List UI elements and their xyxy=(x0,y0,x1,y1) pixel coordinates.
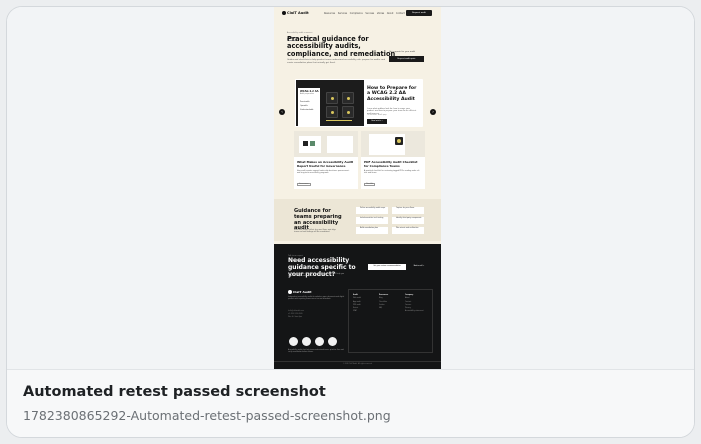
screenshot-preview[interactable]: ClaIT Audit Resources Services Complianc… xyxy=(7,7,694,369)
site-nav: Resources Services Compliance Success st… xyxy=(324,12,405,15)
featured-title: How to Prepare for a WCAG 2.2 AA Accessi… xyxy=(367,86,417,102)
attachment-card[interactable]: ClaIT Audit Resources Services Complianc… xyxy=(6,6,695,438)
header-cta-button: Request audit xyxy=(406,10,432,16)
footer-column: Audit Web audit App audit PDF audit Rete… xyxy=(353,294,361,314)
footer-logo-text: ClaIT Audit xyxy=(293,290,312,294)
featured-card-items: Perceivable Operable Understandable xyxy=(300,100,313,112)
article-card-image xyxy=(361,131,425,157)
footer-column-heading: Audit xyxy=(353,295,358,296)
footer-description: Independent accessibility audits for web… xyxy=(288,297,345,301)
social-icon xyxy=(328,337,337,346)
chevron-right-icon: › xyxy=(430,109,436,115)
cta-footer-section: Talk to an expert Need accessibility gui… xyxy=(274,244,441,369)
footer-column-heading: Resources xyxy=(379,295,389,296)
article-card-description: How audit reports support leadership dec… xyxy=(297,170,350,175)
footer-copyright: © 2026 ClaIT Audit. All rights reserved. xyxy=(274,361,441,365)
check-badge-icon xyxy=(397,139,401,143)
chevron-left-icon: ‹ xyxy=(279,109,285,115)
featured-meta: 10 min read · Audit prep xyxy=(367,115,387,116)
social-icon xyxy=(289,337,298,346)
footer-column: Company About Contact Careers Privacy Ac… xyxy=(405,294,424,314)
checklist-item: Build remediation plan xyxy=(356,227,388,234)
hero-eyebrow: Accessibility audit resources xyxy=(287,32,313,34)
checklist-item: Define accessibility audit scope xyxy=(356,207,388,214)
footer-logo: ClaIT Audit xyxy=(288,290,312,294)
featured-image: WCAG 2.2 AA Audit preparation Perceivabl… xyxy=(296,80,364,126)
logo-mark-icon xyxy=(282,11,286,15)
footer-link: FAQ xyxy=(379,308,383,310)
footer-link: Accessibility statement xyxy=(405,311,424,313)
image-block-icon xyxy=(310,141,315,146)
progress-line xyxy=(326,120,352,122)
dashboard-tile-icon xyxy=(342,92,354,104)
cta-primary-button: Get your custom recommendation xyxy=(368,264,406,270)
hero-subtitle: Guides and checklists to help product te… xyxy=(287,59,385,64)
social-icon xyxy=(315,337,324,346)
cta-secondary-button: Book a call → xyxy=(413,266,425,267)
guidance-section: Guidance for teams preparing an accessib… xyxy=(274,199,441,241)
image-panel xyxy=(327,136,353,153)
featured-button: Read article → xyxy=(367,119,387,124)
featured-card-sub: Audit preparation xyxy=(300,94,314,95)
hero-box-text: Get a quote for your audit xyxy=(389,51,416,53)
dashboard-tile-icon xyxy=(326,92,338,104)
logo-text: ClaIT Audit xyxy=(287,11,309,15)
site-logo: ClaIT Audit xyxy=(282,11,309,15)
footer-columns: Audit Web audit App audit PDF audit Rete… xyxy=(348,289,433,353)
footer-contact-line: Mon–Fri, 9am–6pm xyxy=(288,317,303,318)
attachment-filename[interactable]: 1782380865292-Automated-retest-passed-sc… xyxy=(23,408,391,423)
hero-title: Practical guidance for accessibility aud… xyxy=(287,35,396,58)
footer-contact: hello@claitaudit.com +1 (555) 010-2026 M… xyxy=(288,310,328,319)
article-card-description: A practical checklist for reviewing tagg… xyxy=(364,170,420,175)
featured-article: WCAG 2.2 AA Audit preparation Perceivabl… xyxy=(295,79,423,127)
article-card-title: PDF Accessibility Audit Checklist for Co… xyxy=(364,160,418,168)
article-card-tag: Checklist xyxy=(364,183,376,186)
checklist-item: Plan retests and verification xyxy=(392,227,424,234)
attachment-caption: Automated retest passed screenshot 17823… xyxy=(7,369,694,437)
article-card: What Makes an Accessibility Audit Report… xyxy=(294,131,358,189)
footer-bottom-text: Accessibility audits that help teams und… xyxy=(288,350,344,354)
checklist-item: Include assistive tech testing xyxy=(356,217,388,224)
article-card: PDF Accessibility Audit Checklist for Co… xyxy=(361,131,425,189)
footer-column: Resources Blog Checklists Guides FAQ xyxy=(379,294,388,310)
image-block-icon xyxy=(303,141,308,146)
attachment-title: Automated retest passed screenshot xyxy=(23,384,326,400)
footer-column-heading: Company xyxy=(405,295,414,296)
article-card-image xyxy=(294,131,358,157)
checklist-item: Identify third-party components xyxy=(392,217,424,224)
checklist-item: Capture key user flows xyxy=(392,207,424,214)
website-screenshot: ClaIT Audit Resources Services Complianc… xyxy=(274,7,441,369)
featured-card-title: WCAG 2.2 AA xyxy=(300,90,319,93)
logo-mark-icon xyxy=(288,290,292,294)
dashboard-tile-icon xyxy=(342,106,354,118)
hero-box-button: Request audit quote xyxy=(389,56,424,62)
guidance-description: Start with scope, collect key user flows… xyxy=(294,229,336,234)
dashboard-tile-icon xyxy=(326,106,338,118)
article-card-tag: Governance xyxy=(297,183,311,186)
featured-card-item: Understandable xyxy=(300,109,314,111)
cta-description: Share your product, timeline and complia… xyxy=(288,273,345,278)
article-card-title: What Makes an Accessibility Audit Report… xyxy=(297,160,354,168)
social-icon xyxy=(302,337,311,346)
site-header: ClaIT Audit Resources Services Complianc… xyxy=(274,7,441,21)
footer-link: VPAT xyxy=(353,311,357,313)
